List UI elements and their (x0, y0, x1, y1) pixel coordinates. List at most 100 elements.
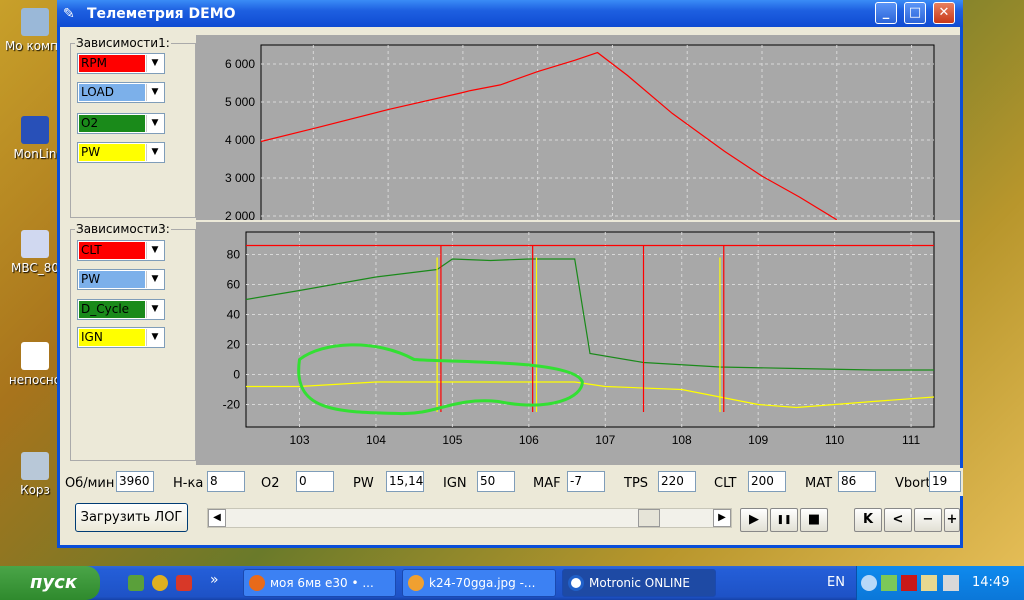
x-tick-label: 108 (672, 433, 692, 447)
y-tick-label: 6 000 (225, 57, 255, 71)
y-tick-label: 4 000 (225, 133, 255, 147)
chart-top[interactable]: 6 000 5 000 4 000 3 000 2 000 (196, 35, 960, 220)
stat-field-clt[interactable]: 200 (748, 471, 786, 492)
first-button[interactable]: K (854, 508, 882, 532)
group3-combo-4[interactable]: IGN ▼ (77, 327, 165, 348)
chevron-down-icon[interactable]: ▼ (146, 144, 163, 161)
stat-field-tps[interactable]: 220 (658, 471, 696, 492)
stat-label-o2: О2 (261, 476, 280, 491)
signal-icon[interactable] (881, 575, 897, 591)
chevron-down-icon[interactable]: ▼ (146, 329, 163, 346)
stat-field-load[interactable]: 8 (207, 471, 245, 492)
taskbar: пуск » моя 6мв е30 • ... k24-70gga.jpg -… (0, 566, 1024, 600)
stat-label-vbort: Vbort (895, 476, 931, 491)
chevron-down-icon[interactable]: ▼ (146, 301, 163, 318)
group1-combo-2[interactable]: LOAD ▼ (77, 82, 165, 103)
image-viewer-icon (408, 575, 424, 591)
combo-value: CLT (79, 242, 145, 259)
minimize-button[interactable]: _ (875, 2, 897, 24)
maximize-button[interactable]: □ (904, 2, 926, 24)
minus-button[interactable]: − (914, 508, 942, 532)
plot-area (260, 44, 935, 220)
chevron-down-icon[interactable]: ▼ (146, 271, 163, 288)
task-image-viewer[interactable]: k24-70gga.jpg -... (402, 569, 556, 597)
x-tick-label: 106 (519, 433, 539, 447)
chevron-down-icon[interactable]: ▼ (146, 115, 163, 132)
group1-label: Зависимости1: (75, 36, 171, 50)
group1-combo-1[interactable]: RPM ▼ (77, 53, 165, 74)
load-log-button[interactable]: Загрузить ЛОГ (75, 503, 188, 532)
monitor-icon[interactable] (943, 575, 959, 591)
timeline-scrollbar[interactable]: ◀ ▶ (207, 508, 732, 528)
stat-label-maf: MAF (533, 476, 561, 491)
stat-field-mat[interactable]: 86 (838, 471, 876, 492)
plus-button[interactable]: + (944, 508, 960, 532)
group3-label: Зависимости3: (75, 222, 171, 236)
usb-icon[interactable] (921, 575, 937, 591)
desktop-icon-label: MBC_80 (10, 261, 60, 275)
combo-value: PW (79, 144, 145, 161)
x-tick-label: 109 (748, 433, 768, 447)
y-tick-label: -20 (223, 398, 241, 412)
stat-label-ign: IGN (443, 476, 467, 491)
word-doc-icon (21, 342, 49, 370)
stat-label-clt: CLT (714, 476, 737, 491)
prev-button[interactable]: < (884, 508, 912, 532)
combo-value: O2 (79, 115, 145, 132)
stat-field-maf[interactable]: -7 (567, 471, 605, 492)
group1-combo-3[interactable]: O2 ▼ (77, 113, 165, 134)
scroll-thumb[interactable] (638, 509, 660, 527)
chart-top-svg: 6 000 5 000 4 000 3 000 2 000 (225, 44, 935, 220)
y-tick-label: 5 000 (225, 95, 255, 109)
desktop-icon-label: непосно (8, 373, 62, 387)
group1-combo-4[interactable]: PW ▼ (77, 142, 165, 163)
stat-field-rpm[interactable]: 3960 (116, 471, 154, 492)
x-tick-label: 104 (366, 433, 386, 447)
task-label: моя 6мв е30 • ... (270, 576, 374, 590)
x-tick-label: 103 (289, 433, 309, 447)
combo-value: RPM (79, 55, 145, 72)
start-button[interactable]: пуск (0, 566, 100, 600)
mbc-icon (21, 230, 49, 258)
utorrent-icon[interactable] (128, 575, 144, 591)
x-tick-label: 110 (825, 433, 844, 447)
computer-icon (21, 8, 49, 36)
y-tick-label: 80 (227, 248, 241, 262)
chevron-down-icon[interactable]: ▼ (146, 55, 163, 72)
window-titlebar[interactable]: ✎ Телеметрия DEMO _ □ ✕ (57, 0, 963, 27)
kaspersky-icon[interactable] (901, 575, 917, 591)
chevron-down-icon[interactable]: ▼ (146, 242, 163, 259)
y-tick-label: 40 (227, 308, 241, 322)
task-motronic[interactable]: Motronic ONLINE (562, 569, 716, 597)
stat-label-rpm: Об/мин (65, 476, 115, 491)
scroll-left-icon[interactable]: ◀ (208, 509, 226, 527)
stat-field-o2[interactable]: 0 (296, 471, 334, 492)
stop-button[interactable]: ■ (800, 508, 828, 532)
app-quick-icon[interactable] (176, 575, 192, 591)
stat-label-mat: MAT (805, 476, 833, 491)
scroll-right-icon[interactable]: ▶ (713, 509, 731, 527)
x-tick-label: 105 (442, 433, 462, 447)
stat-field-pw[interactable]: 15,14 (386, 471, 424, 492)
chart-bottom-svg: 80 60 40 20 0 -20 103 104 105 106 107 108 109 110 111 (223, 231, 935, 447)
group3-combo-2[interactable]: PW ▼ (77, 269, 165, 290)
stat-field-vbort[interactable]: 19 (929, 471, 961, 492)
clock: 14:49 (972, 575, 1010, 590)
language-indicator[interactable]: EN (827, 575, 845, 590)
telemetry-window: ✎ Телеметрия DEMO _ □ ✕ Зависимости1: RP… (57, 0, 963, 548)
group3-combo-3[interactable]: D_Cycle ▼ (77, 299, 165, 320)
y-tick-label: 2 000 (225, 209, 255, 220)
chevron-down-icon[interactable]: ▼ (146, 84, 163, 101)
window-title: Телеметрия DEMO (87, 5, 236, 22)
more-icon[interactable]: » (210, 572, 219, 588)
close-button[interactable]: ✕ (933, 2, 955, 24)
group3-combo-1[interactable]: CLT ▼ (77, 240, 165, 261)
chart-bottom[interactable]: 80 60 40 20 0 -20 103 104 105 106 107 108 109 110 111 (196, 222, 960, 465)
stat-field-ign[interactable]: 50 (477, 471, 515, 492)
play-button[interactable]: ▶ (740, 508, 768, 532)
pause-button[interactable]: ❚❚ (770, 508, 798, 532)
task-firefox[interactable]: моя 6мв е30 • ... (243, 569, 396, 597)
y-tick-label: 20 (227, 338, 241, 352)
back-icon[interactable] (861, 575, 877, 591)
chrome-icon[interactable] (152, 575, 168, 591)
